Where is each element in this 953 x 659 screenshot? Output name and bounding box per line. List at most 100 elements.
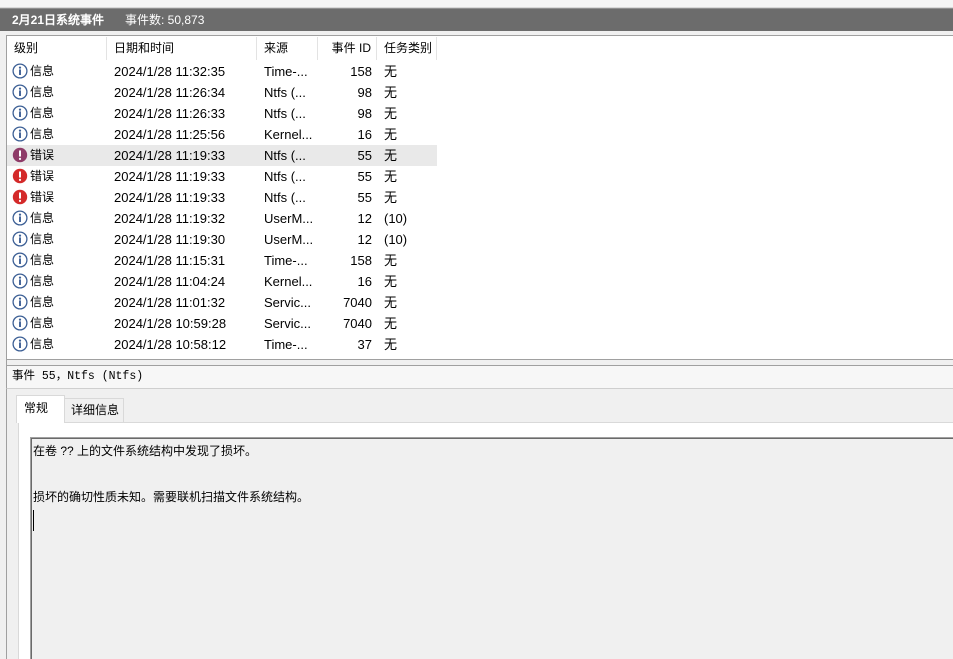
- source-cell: Kernel...: [264, 274, 313, 289]
- column-header-task-category[interactable]: 任务类别: [377, 37, 437, 60]
- top-strip: [0, 0, 953, 8]
- info-icon-graphic: [12, 231, 28, 247]
- event-id-cell: 158: [350, 64, 372, 79]
- event-row[interactable]: 信息 2024/1/28 10:59:28 Servic... 7040 无: [7, 313, 437, 334]
- info-icon-graphic: [12, 126, 28, 142]
- datetime-cell: 2024/1/28 11:19:30: [114, 232, 226, 247]
- source-cell: Kernel...: [264, 127, 313, 142]
- event-id-cell: 37: [357, 337, 372, 352]
- error-icon: [12, 168, 28, 184]
- error-icon: [12, 189, 28, 205]
- task-category-cell: (10): [384, 232, 408, 247]
- event-row[interactable]: 信息 2024/1/28 11:25:56 Kernel... 16 无: [7, 124, 437, 145]
- task-category-cell: 无: [384, 337, 398, 352]
- level-cell: 信息: [7, 250, 107, 271]
- level-cell: 信息: [7, 61, 107, 82]
- level-cell: 信息: [7, 334, 107, 355]
- tab-general[interactable]: 常规: [16, 395, 65, 423]
- level-text: 错误: [30, 190, 55, 204]
- event-row[interactable]: 信息 2024/1/28 11:26:33 Ntfs (... 98 无: [7, 103, 437, 124]
- source-cell: UserM...: [264, 211, 314, 226]
- datetime-cell: 2024/1/28 11:32:35: [114, 64, 226, 79]
- datetime-cell: 2024/1/28 11:26:33: [114, 106, 226, 121]
- datetime-cell: 2024/1/28 10:59:28: [114, 316, 227, 331]
- datetime-cell: 2024/1/28 11:04:24: [114, 274, 226, 289]
- task-category-cell: 无: [384, 106, 398, 121]
- event-row[interactable]: 错误 2024/1/28 11:19:33 Ntfs (... 55 无: [7, 187, 437, 208]
- source-cell: Ntfs (...: [264, 85, 306, 100]
- source-cell: Servic...: [264, 316, 311, 331]
- event-row[interactable]: 信息 2024/1/28 11:01:32 Servic... 7040 无: [7, 292, 437, 313]
- grid-rows: 信息 2024/1/28 11:32:35 Time-... 158 无信息 2024/1…: [7, 61, 437, 355]
- task-category-cell: 无: [384, 148, 398, 163]
- event-row[interactable]: 信息 2024/1/28 11:15:31 Time-... 158 无: [7, 250, 437, 271]
- level-cell: 信息: [7, 82, 107, 103]
- level-text: 信息: [30, 64, 55, 78]
- event-row[interactable]: 信息 2024/1/28 11:32:35 Time-... 158 无: [7, 61, 437, 82]
- level-cell: 错误: [7, 187, 107, 208]
- source-cell: Ntfs (...: [264, 169, 306, 184]
- event-row[interactable]: 信息 2024/1/28 11:04:24 Kernel... 16 无: [7, 271, 437, 292]
- event-row[interactable]: 错误 2024/1/28 11:19:33 Ntfs (... 55 无: [7, 145, 437, 166]
- info-icon: [12, 252, 28, 268]
- info-icon: [12, 315, 28, 331]
- event-id-cell: 12: [357, 232, 372, 247]
- column-header-level[interactable]: 级别: [7, 37, 107, 60]
- level-text: 信息: [30, 316, 55, 330]
- level-cell: 信息: [7, 103, 107, 124]
- event-id-cell: 16: [357, 274, 372, 289]
- error-icon-graphic: [12, 189, 28, 205]
- task-category-cell: 无: [384, 316, 398, 331]
- datetime-cell: 2024/1/28 11:15:31: [114, 253, 226, 268]
- task-category-cell: 无: [384, 85, 398, 100]
- event-row[interactable]: 信息 2024/1/28 10:58:12 Time-... 37 无: [7, 334, 437, 355]
- event-id-cell: 7040: [343, 316, 372, 331]
- column-header-datetime[interactable]: 日期和时间: [107, 37, 257, 60]
- info-icon: [12, 210, 28, 226]
- source-cell: Ntfs (...: [264, 106, 306, 121]
- level-text: 信息: [30, 106, 55, 120]
- event-id-cell: 16: [357, 127, 372, 142]
- event-row[interactable]: 信息 2024/1/28 11:26:34 Ntfs (... 98 无: [7, 82, 437, 103]
- datetime-cell: 2024/1/28 11:19:33: [114, 169, 226, 184]
- column-header-event-id[interactable]: 事件 ID: [318, 37, 377, 60]
- level-text: 信息: [30, 232, 55, 246]
- text-cursor: [33, 510, 34, 531]
- error-icon-graphic: [12, 168, 28, 184]
- level-text: 错误: [30, 169, 55, 183]
- event-row[interactable]: 信息 2024/1/28 11:19:30 UserM... 12 (10): [7, 229, 437, 250]
- event-row[interactable]: 错误 2024/1/28 11:19:33 Ntfs (... 55 无: [7, 166, 437, 187]
- level-cell: 错误: [7, 145, 107, 166]
- datetime-cell: 2024/1/28 10:58:12: [114, 337, 227, 352]
- info-icon: [12, 84, 28, 100]
- datetime-cell: 2024/1/28 11:26:34: [114, 85, 226, 100]
- level-text: 信息: [30, 295, 55, 309]
- level-text: 错误: [30, 148, 55, 162]
- level-text: 信息: [30, 274, 55, 288]
- level-cell: 信息: [7, 271, 107, 292]
- task-category-cell: 无: [384, 64, 398, 79]
- source-cell: Ntfs (...: [264, 148, 306, 163]
- source-cell: Time-...: [264, 337, 308, 352]
- level-cell: 信息: [7, 313, 107, 334]
- task-category-cell: 无: [384, 295, 398, 310]
- tab-details[interactable]: 详细信息: [64, 398, 124, 422]
- event-grid[interactable]: 级别 日期和时间 来源 事件 ID 任务类别 信息 2024/1/28 11:32…: [6, 35, 953, 360]
- event-id-cell: 158: [350, 253, 372, 268]
- level-text: 信息: [30, 85, 55, 99]
- level-cell: 信息: [7, 124, 107, 145]
- log-title-bar: 2月21日系统事件 事件数: 50,873: [0, 8, 953, 31]
- level-cell: 信息: [7, 229, 107, 250]
- level-cell: 信息: [7, 292, 107, 313]
- event-description-box[interactable]: 在卷 ?? 上的文件系统结构中发现了损坏。 损坏的确切性质未知。需要联机扫描文件…: [30, 437, 953, 659]
- datetime-cell: 2024/1/28 11:19:32: [114, 211, 226, 226]
- datetime-cell: 2024/1/28 11:19:33: [114, 148, 226, 163]
- event-row[interactable]: 信息 2024/1/28 11:19:32 UserM... 12 (10): [7, 208, 437, 229]
- info-icon-graphic: [12, 252, 28, 268]
- event-detail-header: 事件 55，Ntfs (Ntfs): [6, 365, 953, 389]
- column-header-source[interactable]: 来源: [257, 37, 318, 60]
- source-cell: Time-...: [264, 253, 308, 268]
- source-cell: Ntfs (...: [264, 190, 306, 205]
- task-category-cell: 无: [384, 253, 398, 268]
- info-icon: [12, 105, 28, 121]
